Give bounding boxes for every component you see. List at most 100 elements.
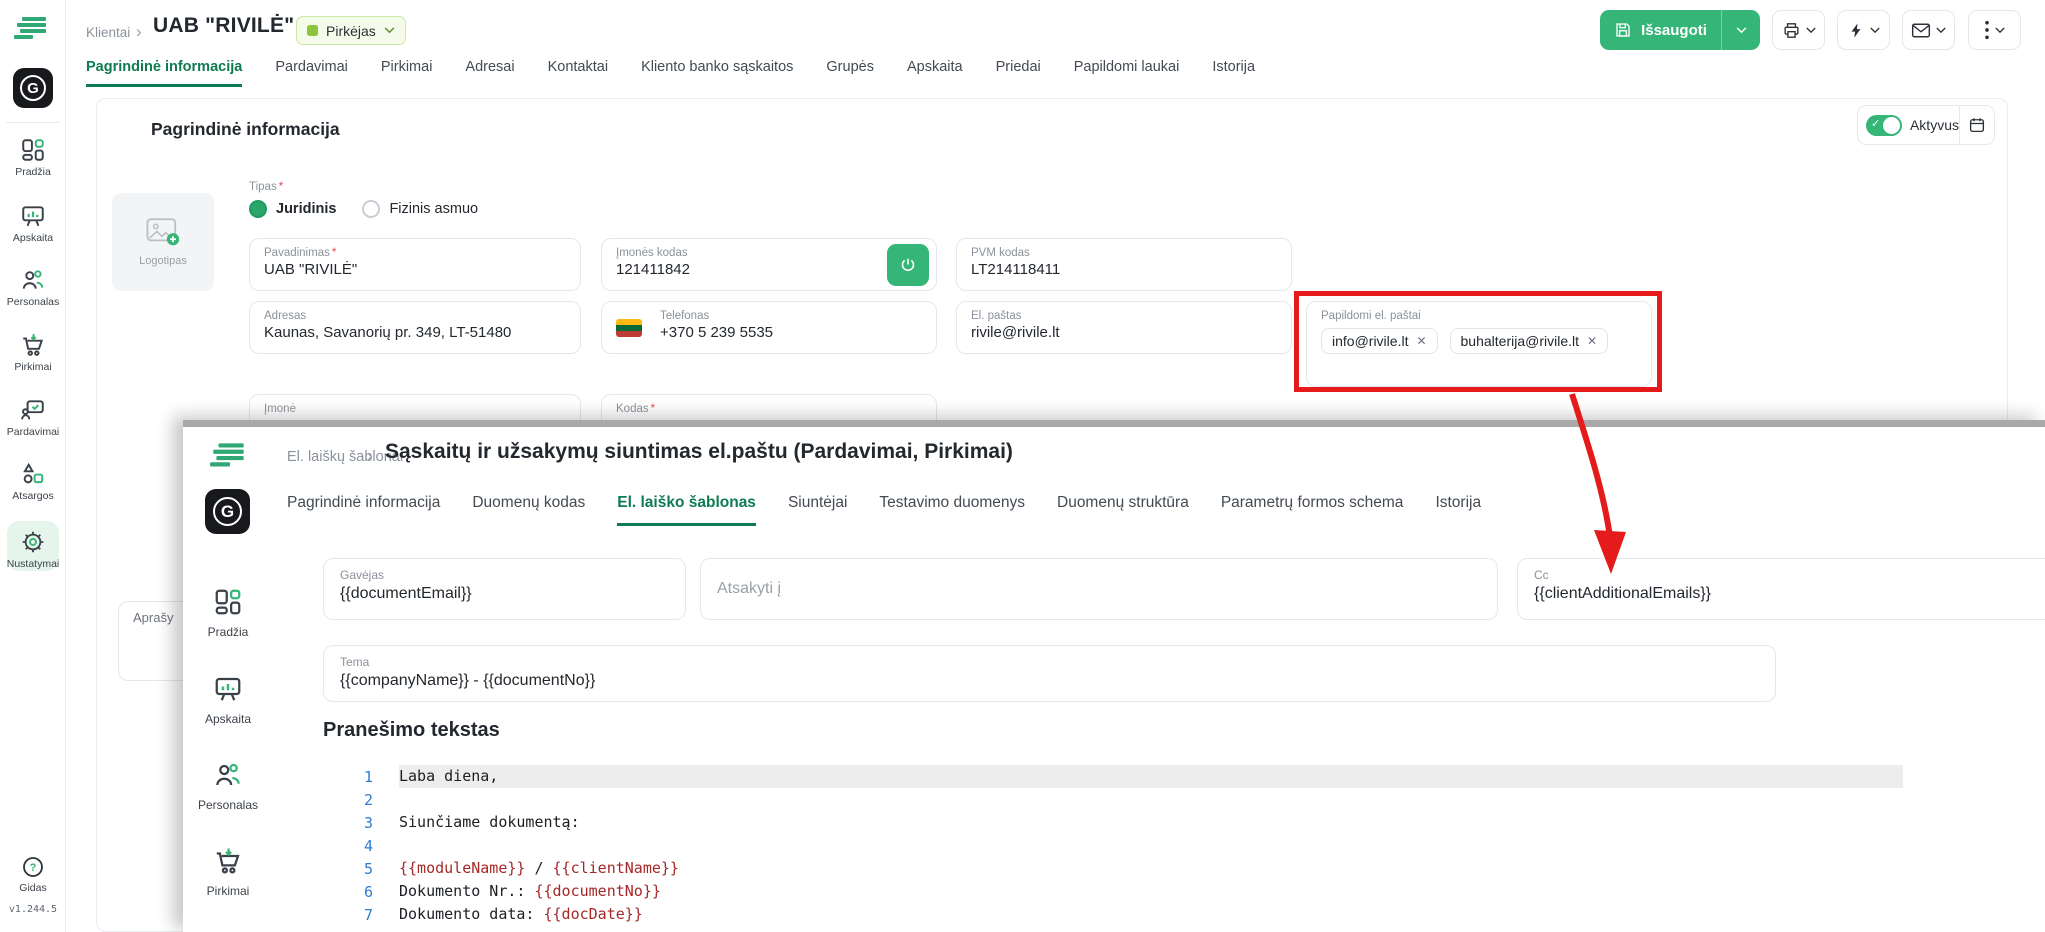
logo-upload-placeholder[interactable]: Logotipas [112,193,214,291]
menu-hamburger-icon[interactable] [12,15,52,45]
main-sidebar: G Pradžia Apskaita [0,0,66,932]
el-pastas-value: rivile@rivile.lt [971,324,1277,341]
tema-field[interactable]: Tema {{companyName}} - {{documentNo}} [323,645,1776,702]
overlay-sidebar-item-personalas[interactable]: Personalas [183,760,273,812]
radio-fizinis-asmuo[interactable]: Fizinis asmuo [362,200,478,218]
cc-field[interactable]: Cc {{clientAdditionalEmails}} [1517,558,2045,620]
printer-icon [1782,21,1801,40]
save-dropdown-button[interactable] [1722,27,1760,34]
gavejas-field[interactable]: Gavėjas {{documentEmail}} [323,558,686,620]
tab-duomenu-struktura[interactable]: Duomenų struktūra [1057,494,1189,526]
telefonas-value: +370 5 239 5535 [660,324,922,341]
sidebar-item-label: Personalas [0,296,66,308]
sidebar-item-label: Apskaita [183,712,273,726]
email-button[interactable] [1902,10,1955,50]
chevron-down-icon [1736,27,1747,34]
save-button-label: Išsaugoti [1641,22,1707,39]
tab-istorija[interactable]: Istorija [1435,494,1481,526]
tab-pirkimai[interactable]: Pirkimai [381,59,433,87]
screen: G Pradžia Apskaita [0,0,2045,932]
dashboard-icon [213,604,243,621]
code-line: 6 Dokumento Nr.: {{documentNo}} [323,880,1903,903]
actions-button[interactable] [1837,10,1890,50]
el-pastas-field[interactable]: El. paštas rivile@rivile.lt [956,301,1292,354]
chevron-right-icon: › [136,22,142,42]
tab-parametru-formos-schema[interactable]: Parametrų formos schema [1221,494,1404,526]
overlay-sidebar-item-pradzia[interactable]: Pradžia [183,587,273,639]
app-logo[interactable]: G [205,489,250,534]
radio-juridinis[interactable]: Juridinis [249,200,336,218]
chart-board-icon [213,691,243,708]
client-type-badge[interactable]: Pirkėjas [296,16,406,45]
sidebar-item-gidas[interactable]: ? Gidas [0,855,66,894]
sidebar-item-personalas[interactable]: Personalas [0,267,66,308]
question-icon: ? [0,855,66,879]
sidebar-item-pardavimai[interactable]: Pardavimai [0,397,66,438]
chip-remove-icon[interactable]: ✕ [1587,334,1597,348]
chevron-down-icon [1936,27,1946,34]
tab-istorija[interactable]: Istorija [1212,59,1255,87]
tab-testavimo-duomenys[interactable]: Testavimo duomenys [879,494,1025,526]
tab-duomenu-kodas[interactable]: Duomenų kodas [472,494,585,526]
tab-pagrindine-informacija[interactable]: Pagrindinė informacija [86,59,242,87]
template-variable: {{documentNo}} [534,882,660,900]
atsakyti-i-field[interactable] [700,558,1498,620]
sidebar-item-label: Pardavimai [0,426,66,438]
template-variable: {{clientName}} [553,859,679,877]
tab-adresai[interactable]: Adresai [465,59,514,87]
overlay-sidebar: G Pradžia Apskaita [183,427,273,932]
cc-value: {{clientAdditionalEmails}} [1534,585,2045,603]
save-button[interactable]: Išsaugoti [1600,10,1760,50]
tab-priedai[interactable]: Priedai [996,59,1041,87]
chevron-down-icon [384,27,395,34]
tab-pagrindine-informacija[interactable]: Pagrindinė informacija [287,494,440,526]
active-toggle[interactable]: ✓ [1866,115,1902,136]
tab-kliento-banko-saskaitos[interactable]: Kliento banko sąskaitos [641,59,793,87]
imones-kodas-field[interactable]: Įmonės kodas 121411842 [601,238,937,291]
badge-square-icon [307,25,318,36]
sidebar-item-pradzia[interactable]: Pradžia [0,137,66,178]
adresas-value: Kaunas, Savanorių pr. 349, LT-51480 [264,324,566,341]
app-logo-letter: G [20,75,46,101]
message-text-title: Pranešimo tekstas [323,719,500,742]
template-variable: {{moduleName}} [399,859,525,877]
adresas-field[interactable]: Adresas Kaunas, Savanorių pr. 349, LT-51… [249,301,581,354]
sidebar-item-atsargos[interactable]: Atsargos [0,461,66,502]
calendar-button[interactable] [1960,116,1994,134]
papildomi-el-pastai-field[interactable]: Papildomi el. paštai info@rivile.lt ✕ bu… [1306,301,1652,387]
tab-grupes[interactable]: Grupės [826,59,874,87]
more-menu-button[interactable] [1968,10,2021,50]
tab-apskaita[interactable]: Apskaita [907,59,963,87]
tab-papildomi-laukai[interactable]: Papildomi laukai [1074,59,1180,87]
radio-selected-icon [249,200,267,218]
overlay-sidebar-item-pirkimai[interactable]: Pirkimai [183,846,273,898]
sidebar-item-nustatymai[interactable]: Nustatymai [0,529,66,570]
sidebar-item-apskaita[interactable]: Apskaita [0,203,66,244]
imones-kodas-value: 121411842 [616,261,922,278]
pvm-kodas-field[interactable]: PVM kodas LT214118411 [956,238,1292,291]
radio-unselected-icon [362,200,380,218]
tipas-label: Tipas* [249,181,283,193]
main-tab-bar: Pagrindinė informacija Pardavimai Pirkim… [86,59,1255,87]
sidebar-item-pirkimai[interactable]: Pirkimai [0,332,66,373]
tab-pardavimai[interactable]: Pardavimai [275,59,348,87]
app-logo[interactable]: G [13,68,53,108]
code-line: 7 Dokumento data: {{docDate}} [323,903,1903,926]
telefonas-field[interactable]: Telefonas +370 5 239 5535 [601,301,937,354]
breadcrumb-root[interactable]: Klientai [86,25,130,40]
print-button[interactable] [1772,10,1825,50]
registry-lookup-button[interactable] [887,244,929,286]
pavadinimas-field[interactable]: Pavadinimas* UAB "RIVILĖ" [249,238,581,291]
cart-icon [0,332,66,358]
menu-hamburger-icon[interactable] [208,441,250,478]
tab-siuntejai[interactable]: Siuntėjai [788,494,847,526]
people-icon [0,267,66,293]
chip-remove-icon[interactable]: ✕ [1416,334,1426,348]
app-version: v1.244.5 [0,904,66,915]
atsakyti-i-input[interactable] [717,559,1481,619]
tab-kontaktai[interactable]: Kontaktai [548,59,608,87]
lightning-icon [1848,21,1865,40]
line-number: 5 [323,860,373,878]
overlay-sidebar-item-apskaita[interactable]: Apskaita [183,674,273,726]
tab-el-laisko-sablonas[interactable]: El. laiško šablonas [617,494,756,526]
